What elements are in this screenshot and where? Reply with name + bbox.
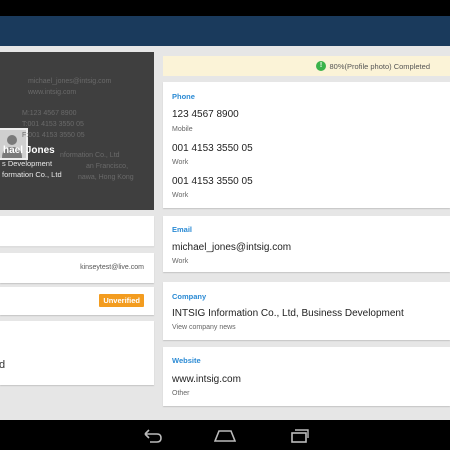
left-divider <box>0 246 154 247</box>
phone-value[interactable]: 123 4567 8900 <box>172 109 239 120</box>
website-card: Website www.intsig.com Other <box>163 347 450 406</box>
card-fax-line: F:001 4153 3550 05 <box>22 132 85 139</box>
card-tel-line: T:001 4153 3550 05 <box>22 121 84 128</box>
left-panel-4[interactable]: d <box>0 321 154 385</box>
card-address-line-2: nawa, Hong Kong <box>78 174 134 181</box>
card-web-line: www.intsig.com <box>28 89 77 96</box>
unverified-badge[interactable]: Unverified <box>99 294 144 307</box>
view-company-news-link[interactable]: View company news <box>172 324 236 331</box>
website-section-title: Website <box>172 356 201 365</box>
card-company: formation Co., Ltd <box>2 170 62 179</box>
left-panel-1[interactable] <box>0 216 154 246</box>
email-label: Work <box>172 258 189 265</box>
email-section-title: Email <box>172 225 193 234</box>
card-address-line-1: an Francisco, <box>86 163 129 170</box>
email-card: Email michael_jones@intsig.com Work <box>163 216 450 272</box>
email-value[interactable]: michael_jones@intsig.com <box>172 242 291 253</box>
phone-value[interactable]: 001 4153 3550 05 <box>172 143 253 154</box>
left-panel-fragment: d <box>0 359 6 371</box>
card-title: s Development <box>2 159 53 168</box>
left-panel-email[interactable]: kinseytest@live.com <box>0 253 154 283</box>
phone-label: Work <box>172 192 189 199</box>
phone-card: Phone 123 4567 8900 Mobile 001 4153 3550… <box>163 82 450 208</box>
profile-completion-text: 80%(Profile photo) Completed <box>329 62 430 71</box>
phone-section-title: Phone <box>172 92 195 101</box>
card-name: hael Jones <box>3 145 55 156</box>
website-label: Other <box>172 390 190 397</box>
info-icon: ! <box>316 61 326 71</box>
company-value[interactable]: INTSIG Information Co., Ltd, Business De… <box>172 308 404 319</box>
home-icon[interactable] <box>213 429 237 448</box>
company-card: Company INTSIG Information Co., Ltd, Bus… <box>163 282 450 340</box>
back-icon[interactable] <box>142 429 164 448</box>
profile-completion-banner[interactable]: ! 80%(Profile photo) Completed <box>163 56 450 76</box>
phone-value[interactable]: 001 4153 3550 05 <box>172 176 253 187</box>
business-card-image[interactable]: michael_jones@intsig.com www.intsig.com … <box>0 52 154 210</box>
website-value[interactable]: www.intsig.com <box>172 374 241 385</box>
phone-label: Work <box>172 159 189 166</box>
account-email: kinseytest@live.com <box>80 264 144 271</box>
recents-icon[interactable] <box>288 429 310 448</box>
action-bar <box>0 16 450 46</box>
card-mobile-line: M:123 4567 8900 <box>22 110 77 117</box>
company-section-title: Company <box>172 292 207 301</box>
left-panel-status[interactable]: Unverified <box>0 287 154 315</box>
status-bar <box>0 0 450 16</box>
card-email-line: michael_jones@intsig.com <box>28 78 112 85</box>
card-company-faint: nformation Co., Ltd <box>60 152 120 159</box>
phone-label: Mobile <box>172 126 193 133</box>
